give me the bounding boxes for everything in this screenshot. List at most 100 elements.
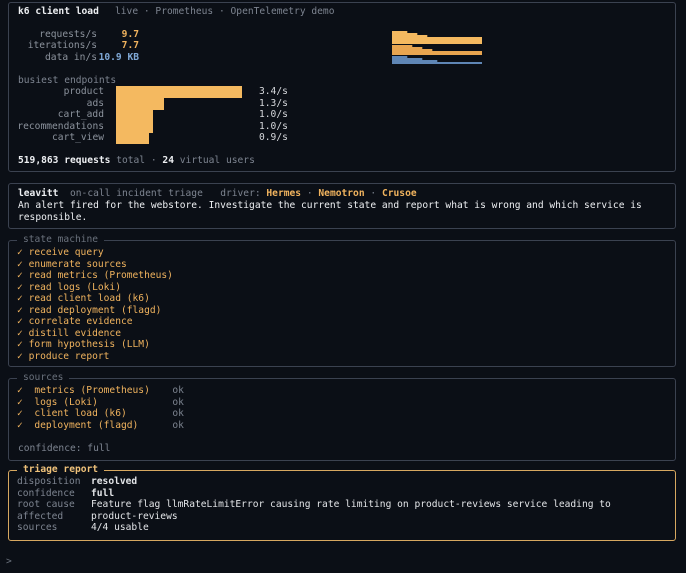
command-prompt[interactable]: > xyxy=(6,556,12,568)
sparkline-segment xyxy=(442,37,448,44)
sources-confidence: confidence: full xyxy=(18,443,111,454)
sparkline-segment xyxy=(437,37,443,44)
check-icon: ✓ xyxy=(17,339,29,350)
sparkline-segment xyxy=(472,62,478,64)
source-name: logs (Loki) xyxy=(34,396,98,408)
sparkline-segment xyxy=(467,51,473,55)
sparkline-segment xyxy=(477,37,482,44)
source-status: ok xyxy=(172,396,184,408)
sparkline-segment xyxy=(467,62,473,64)
sparkline-segment xyxy=(447,51,453,55)
state-step: ✓ read client load (k6) xyxy=(17,293,150,305)
check-icon: ✓ xyxy=(17,327,29,339)
driver-crusoe: Crusoe xyxy=(381,188,417,199)
sparkline-segment xyxy=(437,62,443,64)
endpoint-label: recommendations xyxy=(17,121,104,132)
check-icon: ✓ xyxy=(17,385,35,396)
sparkline-segment xyxy=(432,51,438,55)
state-machine-panel: state machine ✓ receive query ✓ enumerate… xyxy=(8,234,676,367)
triage-report-panel: triage report disposition resolved confide… xyxy=(8,464,676,541)
endpoint-bar xyxy=(116,120,153,133)
endpoint-label: product xyxy=(63,86,104,97)
sparkline-segment xyxy=(447,37,453,44)
state-step-label: read deployment (flagd) xyxy=(28,304,162,316)
state-step: ✓ read deployment (flagd) xyxy=(17,305,161,317)
endpoint-bar xyxy=(116,132,149,144)
source-name: metrics (Prometheus) xyxy=(34,385,150,396)
sparkline-segment xyxy=(412,58,418,64)
sparkline-segment xyxy=(402,56,408,64)
sparkline-segment xyxy=(442,51,448,55)
sparkline-segment xyxy=(397,45,403,55)
state-step: ✓ produce report xyxy=(17,351,109,363)
state-step-label: distill evidence xyxy=(28,327,121,339)
sparkline-segment xyxy=(402,45,408,55)
state-step-label: produce report xyxy=(28,350,110,362)
sparkline-segment xyxy=(467,37,473,44)
state-step: ✓ receive query xyxy=(17,247,104,259)
report-key: disposition xyxy=(17,476,81,487)
endpoint-bar xyxy=(116,86,242,98)
endpoint-rate: 3.4/s xyxy=(259,86,288,97)
endpoint-rate: 1.0/s xyxy=(259,121,288,132)
sparkline-segment xyxy=(427,60,433,64)
sparkline-segment xyxy=(402,31,408,44)
check-icon: ✓ xyxy=(17,281,29,293)
check-icon: ✓ xyxy=(17,293,29,304)
sparkline-segment xyxy=(422,49,428,55)
k6-title: k6 client load xyxy=(18,6,99,17)
metric-iterations-value: 7.7 xyxy=(121,40,139,51)
report-key: confidence xyxy=(17,487,75,499)
k6-footer: 519,863 requests total · 24 virtual user… xyxy=(18,155,255,167)
sparkline-segment xyxy=(437,51,443,55)
sparkline-segment xyxy=(472,37,478,44)
source-item: ✓ logs (Loki) ok xyxy=(17,397,184,409)
state-machine-title: state machine xyxy=(17,234,105,246)
agent-header: leavitt on-call incident triage driver: … xyxy=(18,188,417,200)
sparkline-segment xyxy=(452,37,458,44)
separator: · xyxy=(370,188,377,199)
source-item: ✓ metrics (Prometheus) ok xyxy=(17,385,184,397)
sparkline-segment xyxy=(417,58,423,64)
endpoint-label: ads xyxy=(86,98,104,109)
endpoint-label: cart_view xyxy=(52,132,104,143)
separator: · xyxy=(306,188,313,199)
check-icon: ✓ xyxy=(17,258,29,270)
state-step-label: read logs (Loki) xyxy=(28,281,121,293)
driver-nemotron: Nemotron xyxy=(318,188,365,199)
check-icon: ✓ xyxy=(17,270,29,281)
metric-requests-value: 9.7 xyxy=(121,29,139,40)
report-value: Feature flag llmRateLimitError causing r… xyxy=(91,499,611,510)
endpoint-rate: 1.3/s xyxy=(259,98,288,109)
source-status: ok xyxy=(172,408,184,419)
report-value: product-reviews xyxy=(91,510,178,522)
sparkline-segment xyxy=(452,62,458,64)
sparkline-segment xyxy=(452,51,458,55)
check-icon: ✓ xyxy=(17,408,35,419)
driver-hermes: Hermes xyxy=(266,188,302,199)
source-status: ok xyxy=(172,385,184,396)
sparkline-segment xyxy=(447,62,453,64)
source-item: ✓ deployment (flagd) ok xyxy=(17,420,184,432)
virtual-users-count: 24 xyxy=(162,155,174,166)
source-name: client load (k6) xyxy=(34,408,127,419)
sparkline-segment xyxy=(462,62,468,64)
state-step-label: enumerate sources xyxy=(28,258,127,270)
sparkline-segment xyxy=(407,58,413,64)
state-step-label: receive query xyxy=(28,247,104,258)
check-icon: ✓ xyxy=(17,396,35,408)
report-key: sources xyxy=(17,522,58,533)
state-step-label: form hypothesis (LLM) xyxy=(28,339,150,350)
triage-report-title: triage report xyxy=(17,464,105,476)
sparkline-segment xyxy=(417,47,423,55)
report-key: root cause xyxy=(17,499,75,510)
sparkline-segment xyxy=(462,51,468,55)
sparkline-segment xyxy=(427,49,433,55)
sparkline-segment xyxy=(427,37,433,44)
metric-requests-label: requests/s xyxy=(39,29,97,40)
sparkline-segment xyxy=(407,45,413,55)
state-step: ✓ form hypothesis (LLM) xyxy=(17,339,150,351)
state-step-label: read client load (k6) xyxy=(28,293,150,304)
alert-message: An alert fired for the webstore. Investi… xyxy=(18,200,642,223)
k6-client-load-panel: k6 client load live · Prometheus · OpenT… xyxy=(8,2,676,172)
